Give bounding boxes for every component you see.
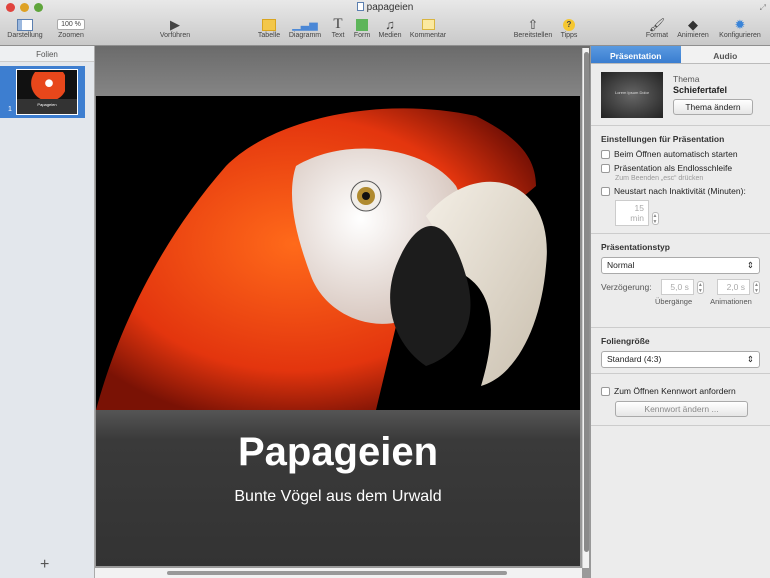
horizontal-scrollbar[interactable]	[95, 568, 582, 578]
navigator-header: Folien	[0, 46, 94, 62]
slide-text-area: Papageien Bunte Vögel aus dem Urwald	[96, 410, 580, 566]
gear-icon: ✹	[734, 16, 746, 32]
add-slide-button[interactable]: +	[40, 556, 49, 574]
animations-field[interactable]: 2,0 s	[716, 279, 751, 295]
tips-button[interactable]: ? Tipps	[558, 17, 580, 39]
toolbar: papageien ⤢ Darstellung 100 % Zoomen ▶ Vor…	[0, 0, 770, 46]
slide-size-select[interactable]: Standard (4:3) ⇕	[601, 351, 760, 368]
size-header: Foliengröße	[601, 336, 650, 346]
fullscreen-icon[interactable]: ⤢	[760, 3, 766, 13]
theme-name: Schiefertafel	[673, 85, 728, 95]
slide-thumbnail-1[interactable]: 1 Papageien	[0, 66, 85, 118]
format-button[interactable]: 🖌 Format	[642, 16, 672, 40]
media-icon: ♫	[385, 17, 395, 32]
transitions-field[interactable]: 5,0 s	[660, 279, 694, 295]
theme-section: Lorem Ipsum Dolor Thema Schiefertafel Th…	[591, 64, 770, 126]
change-theme-button[interactable]: Thema ändern	[673, 99, 753, 115]
animations-label: Animationen	[710, 297, 752, 306]
loop-hint: Zum Beenden „esc“ drücken	[615, 175, 704, 182]
configure-button[interactable]: ✹ Konfigurieren	[714, 16, 766, 40]
help-icon: ?	[558, 17, 580, 32]
text-icon: T	[333, 16, 343, 32]
transitions-stepper[interactable]: ▲ ▼	[696, 280, 704, 294]
slide-subtitle[interactable]: Bunte Vögel aus dem Urwald	[96, 488, 580, 506]
media-button[interactable]: ♫ Medien	[376, 17, 404, 39]
animations-stepper[interactable]: ▲ ▼	[753, 280, 760, 294]
paintbrush-icon: 🖌	[648, 16, 666, 32]
restart-checkbox[interactable]: Neustart nach Inaktivität (Minuten):	[601, 186, 760, 196]
slide-navigator: Folien 1 Papageien +	[0, 46, 95, 578]
parrot-image[interactable]	[96, 96, 580, 410]
select-arrows-icon: ⇕	[746, 260, 754, 270]
slide-canvas: Papageien Bunte Vögel aus dem Urwald	[95, 46, 590, 578]
comment-button[interactable]: Kommentar	[406, 17, 450, 39]
window-title: papageien	[0, 2, 770, 13]
restart-stepper[interactable]: ▲ ▼	[651, 212, 659, 226]
table-icon	[256, 17, 282, 32]
play-icon: ▶	[170, 16, 180, 32]
document-icon	[356, 2, 364, 11]
tab-audio[interactable]: Audio	[680, 46, 770, 63]
bar-chart-icon: ▁▃▅	[292, 19, 318, 31]
slide[interactable]: Papageien Bunte Vögel aus dem Urwald	[96, 96, 580, 566]
comment-icon	[406, 17, 450, 32]
share-button[interactable]: ⇧ Bereitstellen	[512, 16, 554, 40]
animate-icon: ◆	[688, 16, 698, 32]
change-password-button[interactable]: Kennwort ändern ...	[615, 401, 748, 417]
settings-section: Einstellungen für Präsentation Beim Öffn…	[591, 126, 770, 234]
theme-thumbnail: Lorem Ipsum Dolor	[601, 72, 663, 118]
type-header: Präsentationstyp	[601, 242, 670, 252]
inspector-panel: Präsentation Audio Lorem Ipsum Dolor The…	[590, 46, 770, 578]
slide-title[interactable]: Papageien	[96, 430, 580, 475]
autostart-checkbox[interactable]: Beim Öffnen automatisch starten	[601, 149, 760, 159]
chart-button[interactable]: ▁▃▅ Diagramm	[286, 17, 324, 39]
animate-button[interactable]: ◆ Animieren	[674, 16, 712, 40]
settings-header: Einstellungen für Präsentation	[601, 134, 725, 144]
share-icon: ⇧	[527, 16, 539, 32]
vertical-scrollbar[interactable]	[582, 48, 589, 568]
view-icon	[4, 17, 46, 32]
transitions-label: Übergänge	[655, 297, 693, 306]
theme-label: Thema	[673, 74, 700, 84]
size-section: Foliengröße Standard (4:3) ⇕	[591, 328, 770, 374]
password-section: Zum Öffnen Kennwort anfordern Kennwort ä…	[591, 374, 770, 426]
type-section: Präsentationstyp Normal ⇕ Verzögerung: 5,…	[591, 234, 770, 328]
password-checkbox[interactable]: Zum Öffnen Kennwort anfordern	[601, 386, 760, 396]
darstellung-button[interactable]: Darstellung	[4, 17, 46, 39]
table-button[interactable]: Tabelle	[256, 17, 282, 39]
restart-minutes-field[interactable]: 15 min	[615, 200, 649, 226]
play-button[interactable]: ▶ Vorführen	[150, 16, 200, 40]
loop-checkbox[interactable]: Präsentation als Endlosschleife	[601, 163, 760, 173]
delay-label: Verzögerung:	[601, 282, 652, 292]
zoom-select[interactable]: 100 % Zoomen	[52, 17, 90, 39]
shape-button[interactable]: Form	[352, 17, 372, 39]
shape-icon	[352, 17, 372, 32]
tab-praesentation[interactable]: Präsentation	[591, 46, 681, 63]
text-button[interactable]: T Text	[328, 16, 348, 39]
presentation-type-select[interactable]: Normal ⇕	[601, 257, 760, 274]
select-arrows-icon: ⇕	[746, 354, 754, 364]
